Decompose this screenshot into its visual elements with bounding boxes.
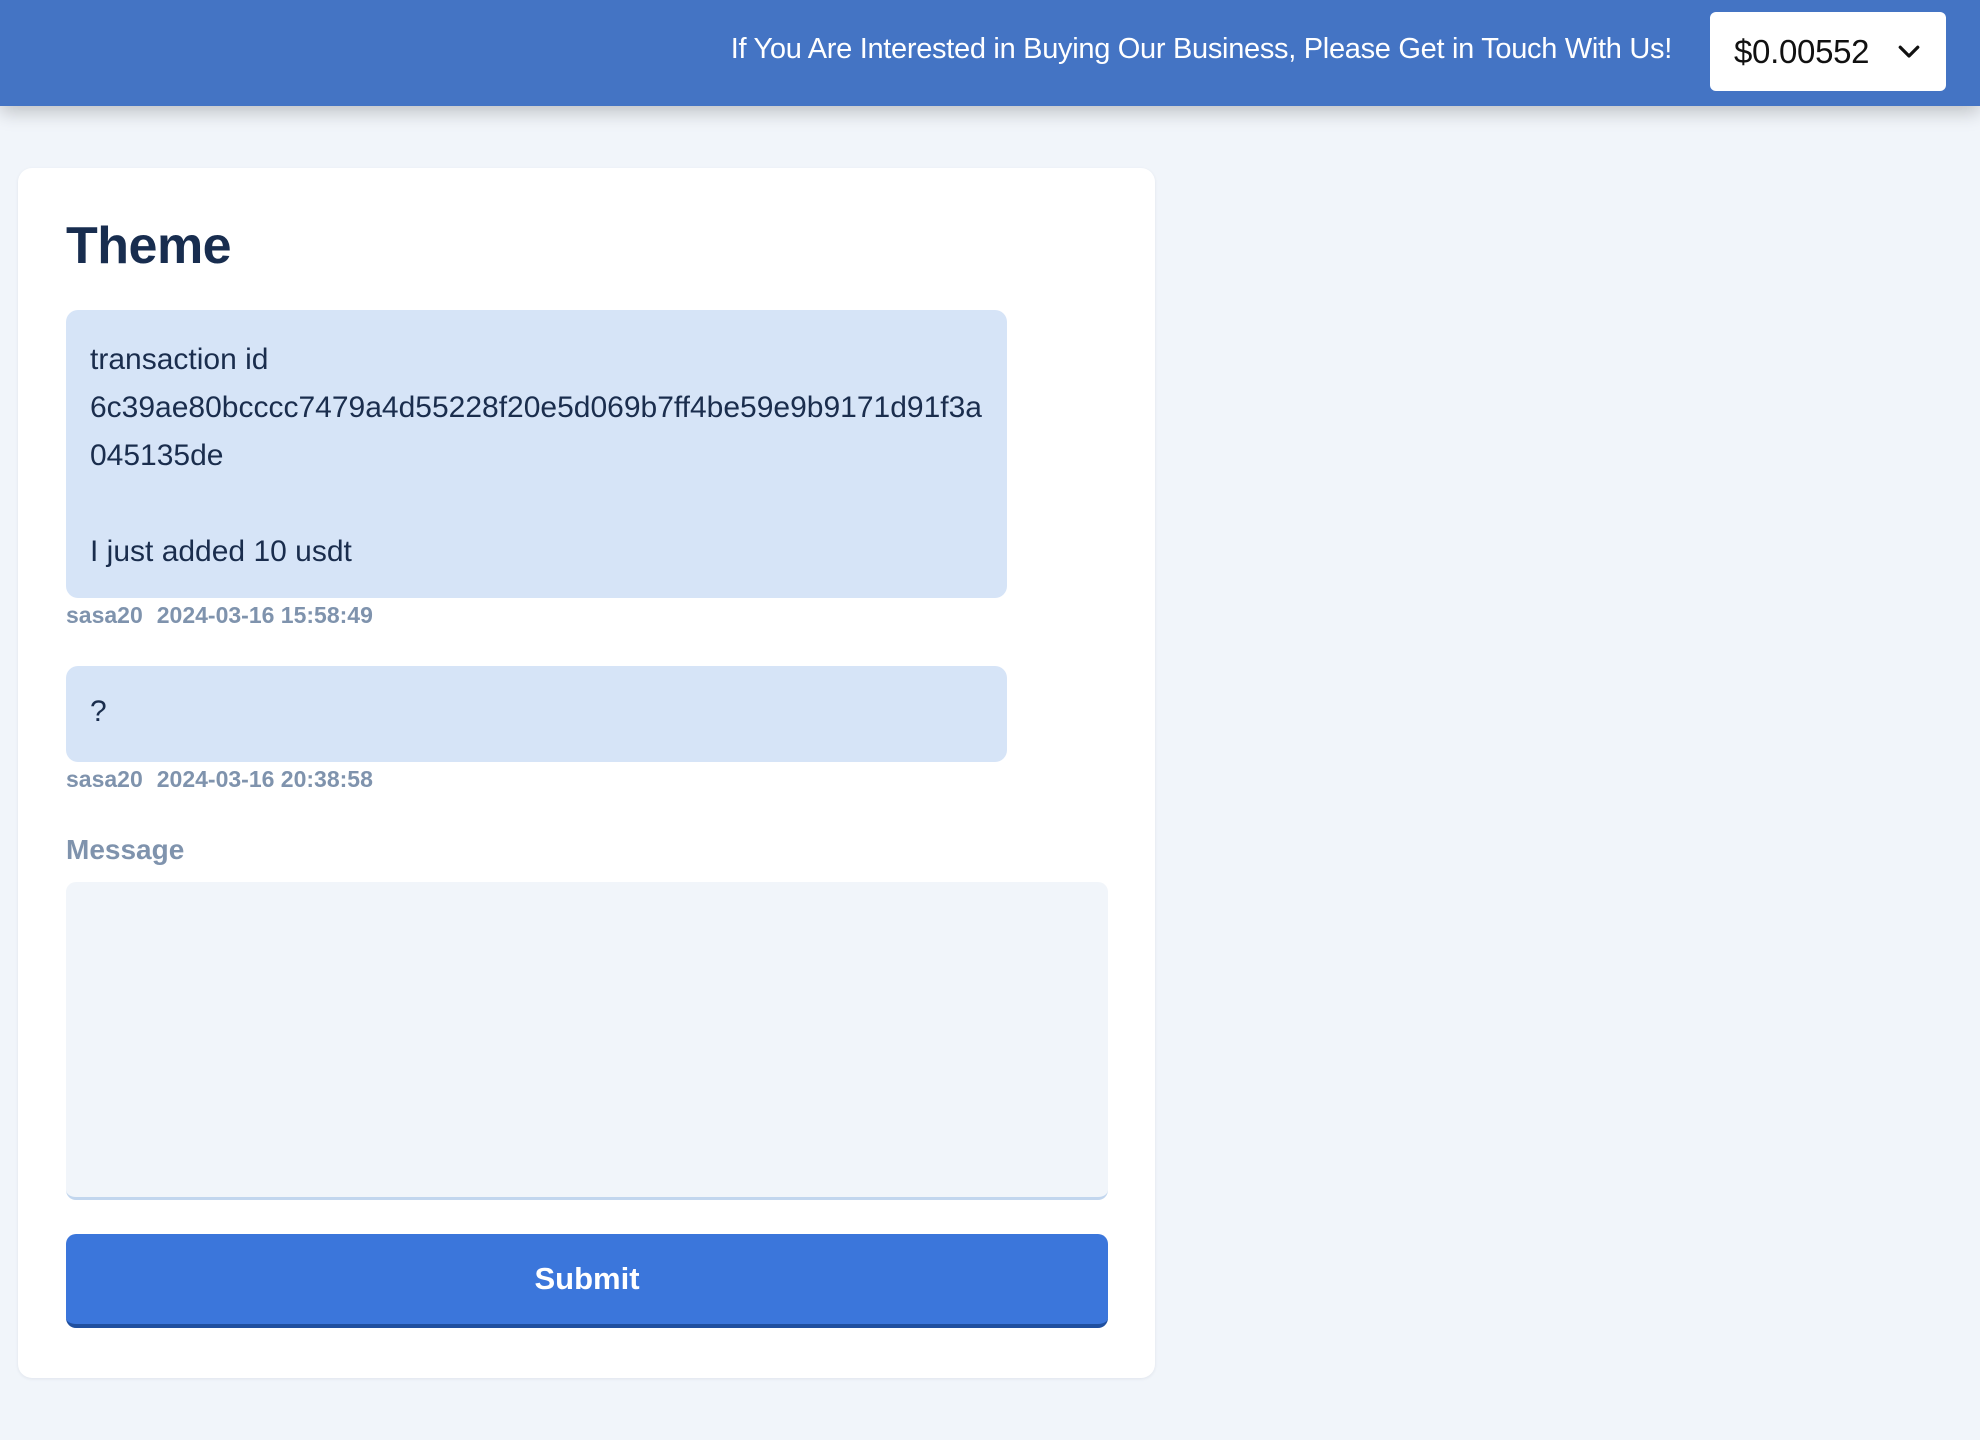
- price-value: $0.00552: [1734, 32, 1870, 70]
- message-author: sasa20: [66, 602, 143, 628]
- message-meta: sasa20 2024-03-16 15:58:49: [66, 602, 373, 629]
- chevron-down-icon: [1898, 45, 1920, 58]
- ticket-card: Theme transaction id 6c39ae80bcccc7479a4…: [18, 168, 1155, 1378]
- page-title: Theme: [66, 217, 232, 275]
- message-author: sasa20: [66, 766, 143, 792]
- message-timestamp: 2024-03-16 15:58:49: [156, 602, 373, 628]
- buy-business-link[interactable]: If You Are Interested in Buying Our Busi…: [731, 30, 1673, 68]
- message-meta: sasa20 2024-03-16 20:38:58: [66, 766, 373, 793]
- message-timestamp: 2024-03-16 20:38:58: [156, 766, 373, 792]
- message-bubble: transaction id 6c39ae80bcccc7479a4d55228…: [66, 310, 1007, 598]
- submit-button[interactable]: Submit: [66, 1234, 1108, 1328]
- top-bar: If You Are Interested in Buying Our Busi…: [0, 0, 1980, 106]
- message-bubble: ?: [66, 666, 1007, 762]
- message-input[interactable]: [66, 882, 1108, 1200]
- price-selector[interactable]: $0.00552: [1710, 12, 1946, 91]
- message-label: Message: [66, 834, 185, 865]
